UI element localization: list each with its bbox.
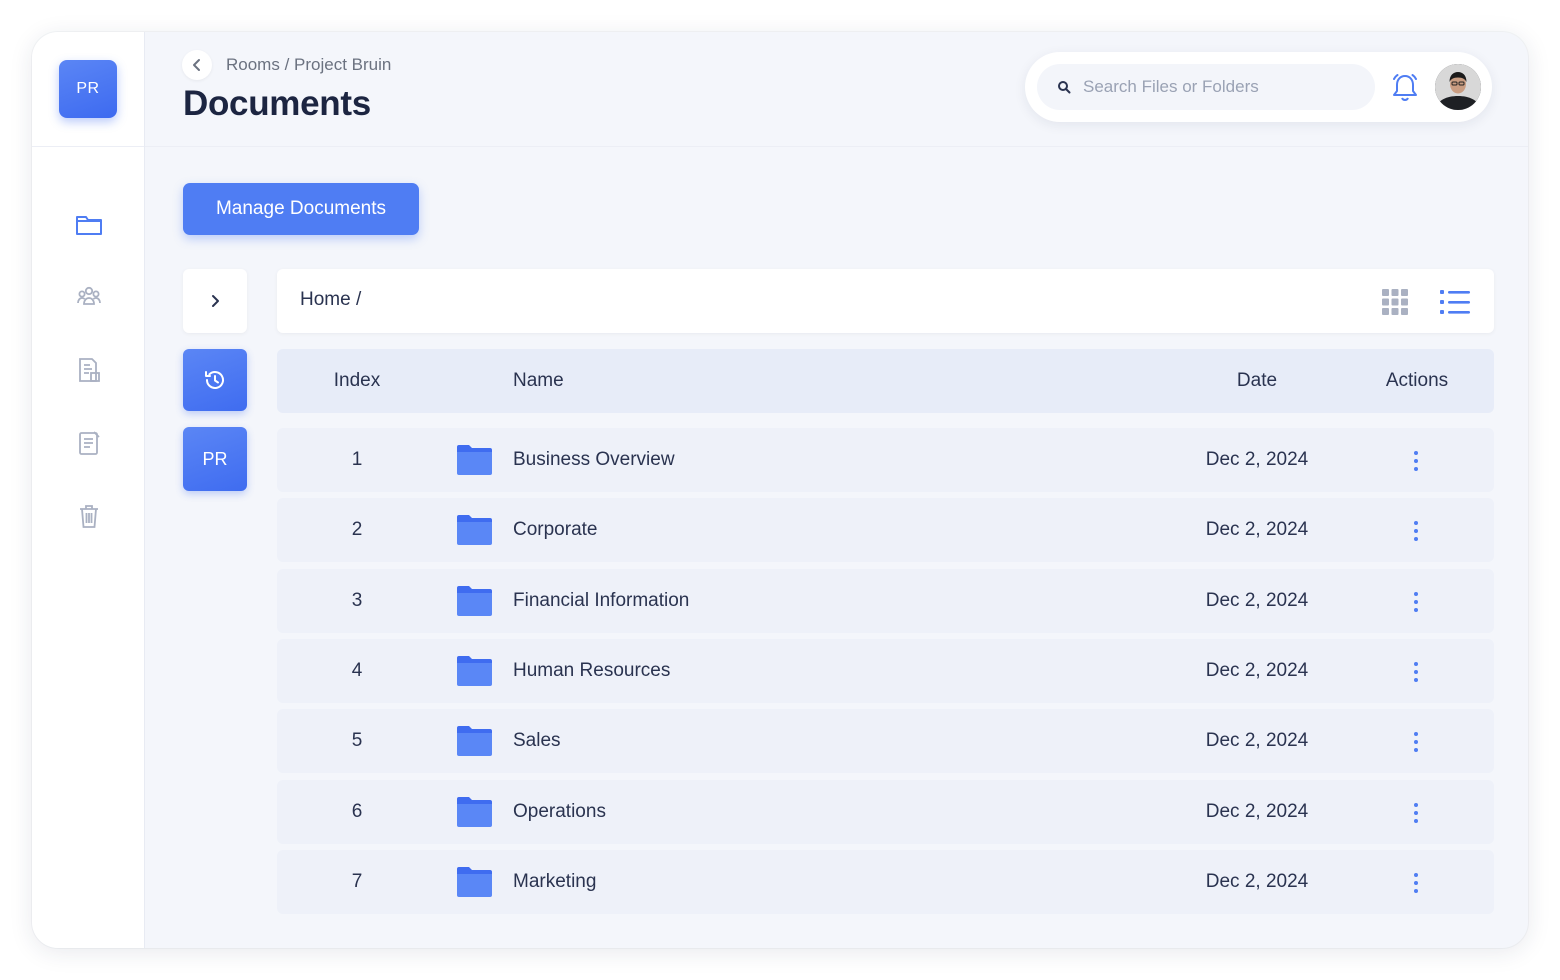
page-title: Documents [183,84,371,123]
row-index: 3 [351,590,363,611]
table-row[interactable]: 6 Operations Dec 2, 2024 [277,780,1494,844]
back-button[interactable] [182,50,212,80]
row-index: 2 [351,519,363,540]
header-divider [145,146,1528,147]
table-row[interactable]: 3 Financial Information Dec 2, 2024 [277,569,1494,633]
column-header-actions: Actions [1385,370,1449,391]
row-index: 4 [351,660,363,681]
column-header-date[interactable]: Date [1187,370,1327,392]
search-box [1037,64,1375,110]
table-row[interactable]: 5 Sales Dec 2, 2024 [277,709,1494,773]
sidebar-item-trash[interactable] [32,479,145,552]
history-icon [205,371,224,389]
notification-bell-icon[interactable] [1389,71,1421,103]
row-actions-menu-icon[interactable] [1401,587,1431,617]
row-date: Dec 2, 2024 [1205,730,1309,751]
sidebar-item-notes[interactable] [32,406,145,479]
row-index: 7 [351,871,363,892]
list-view-icon[interactable] [1439,287,1471,317]
grid-view-icon[interactable] [1380,287,1410,317]
app-window: PR Rooms / Project Bruin Documents Searc… [32,32,1528,948]
folder-icon [457,656,492,686]
path-bar: Home / [277,269,1494,333]
folder-icon [75,215,102,235]
top-bar-actions [1025,52,1492,122]
building-report-icon [78,357,100,382]
sidebar: PR [32,32,145,948]
room-shortcut-button[interactable]: PR [183,427,247,491]
row-date: Dec 2, 2024 [1205,590,1309,611]
row-actions-menu-icon[interactable] [1401,657,1431,687]
row-index: 6 [351,801,363,822]
folder-icon [457,515,492,545]
row-date: Dec 2, 2024 [1205,660,1309,681]
row-index: 1 [351,449,363,470]
chevron-left-icon [193,59,200,71]
sidebar-item-documents[interactable] [32,187,145,260]
logo-area: PR [32,32,144,147]
column-header-index[interactable]: Index [277,370,437,392]
folder-icon [457,726,492,756]
table-row[interactable]: 1 Business Overview Dec 2, 2024 [277,428,1494,492]
column-header-name[interactable]: Name [513,370,564,392]
folder-name[interactable]: Financial Information [513,590,689,612]
folder-name[interactable]: Business Overview [513,449,675,471]
notes-icon [78,430,100,455]
folder-icon [457,867,492,897]
table-row[interactable]: 4 Human Resources Dec 2, 2024 [277,639,1494,703]
folder-icon [457,586,492,616]
folder-icon [457,797,492,827]
trash-icon [79,504,98,528]
breadcrumb-path[interactable]: Rooms / Project Bruin [226,55,391,75]
row-actions-menu-icon[interactable] [1401,798,1431,828]
current-path[interactable]: Home / [300,289,361,311]
sidebar-item-team[interactable] [32,260,145,333]
sidebar-item-reports[interactable] [32,333,145,406]
folder-name[interactable]: Human Resources [513,660,670,682]
folder-name[interactable]: Marketing [513,871,596,893]
expand-tree-button[interactable] [183,269,247,333]
row-actions-menu-icon[interactable] [1401,727,1431,757]
user-avatar[interactable] [1435,64,1481,110]
search-icon [1058,81,1071,94]
table-header: Index Name Date Actions [277,349,1494,413]
row-date: Dec 2, 2024 [1205,801,1309,822]
row-actions-menu-icon[interactable] [1401,446,1431,476]
history-button[interactable] [183,349,247,411]
room-logo[interactable]: PR [59,60,117,118]
table-row[interactable]: 2 Corporate Dec 2, 2024 [277,498,1494,562]
breadcrumb: Rooms / Project Bruin [182,50,391,80]
row-actions-menu-icon[interactable] [1401,868,1431,898]
team-icon [76,286,101,305]
row-date: Dec 2, 2024 [1205,519,1309,540]
user-photo-icon [1435,64,1481,110]
row-date: Dec 2, 2024 [1205,449,1309,470]
folder-name[interactable]: Sales [513,730,561,752]
manage-documents-button[interactable]: Manage Documents [183,183,419,235]
side-actions: PR [183,269,247,491]
row-actions-menu-icon[interactable] [1401,516,1431,546]
row-date: Dec 2, 2024 [1205,871,1309,892]
sidebar-nav [32,187,145,552]
folder-icon [457,445,492,475]
folder-name[interactable]: Corporate [513,519,598,541]
folder-name[interactable]: Operations [513,801,606,823]
search-input[interactable] [1083,77,1363,97]
row-index: 5 [351,730,363,751]
chevron-right-icon [212,295,219,307]
table-row[interactable]: 7 Marketing Dec 2, 2024 [277,850,1494,914]
